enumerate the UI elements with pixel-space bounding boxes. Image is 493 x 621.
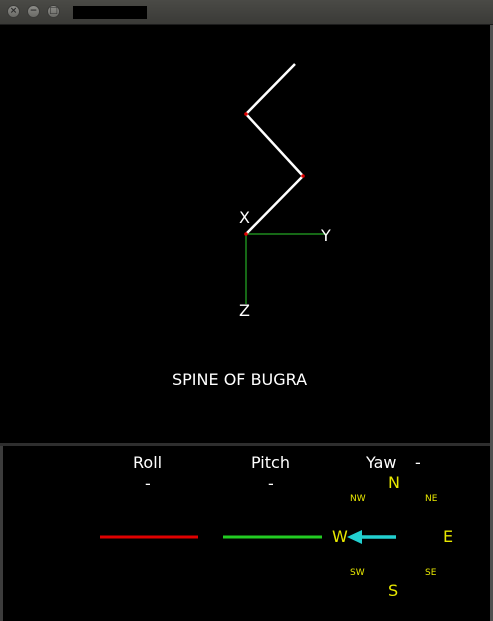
- roll-label: Roll: [133, 453, 163, 472]
- spine-joint: [301, 174, 305, 178]
- compass-w: W: [332, 527, 348, 546]
- roll-value: -: [145, 474, 151, 493]
- pitch-value: -: [268, 474, 274, 493]
- compass-sw: SW: [350, 568, 365, 578]
- spine-polyline: [244, 63, 305, 235]
- compass-ne: NE: [425, 494, 438, 504]
- spine-joint: [244, 232, 248, 236]
- pitch-label: Pitch: [251, 453, 290, 472]
- axis-label-x: X: [239, 208, 250, 227]
- compass-nw: NW: [350, 494, 366, 504]
- scene-title: SPINE OF BUGRA: [172, 370, 308, 389]
- compass-e: E: [443, 527, 454, 546]
- axis-label-y: Y: [321, 226, 331, 245]
- spine-joint: [244, 112, 248, 116]
- compass-se: SE: [425, 568, 437, 578]
- yaw-value: -: [415, 453, 421, 472]
- axis-label-z: Z: [239, 301, 250, 320]
- yaw-label: Yaw: [366, 453, 397, 472]
- compass-n: N: [388, 473, 400, 492]
- compass-s: S: [388, 581, 399, 600]
- yaw-arrow-head: [347, 530, 362, 544]
